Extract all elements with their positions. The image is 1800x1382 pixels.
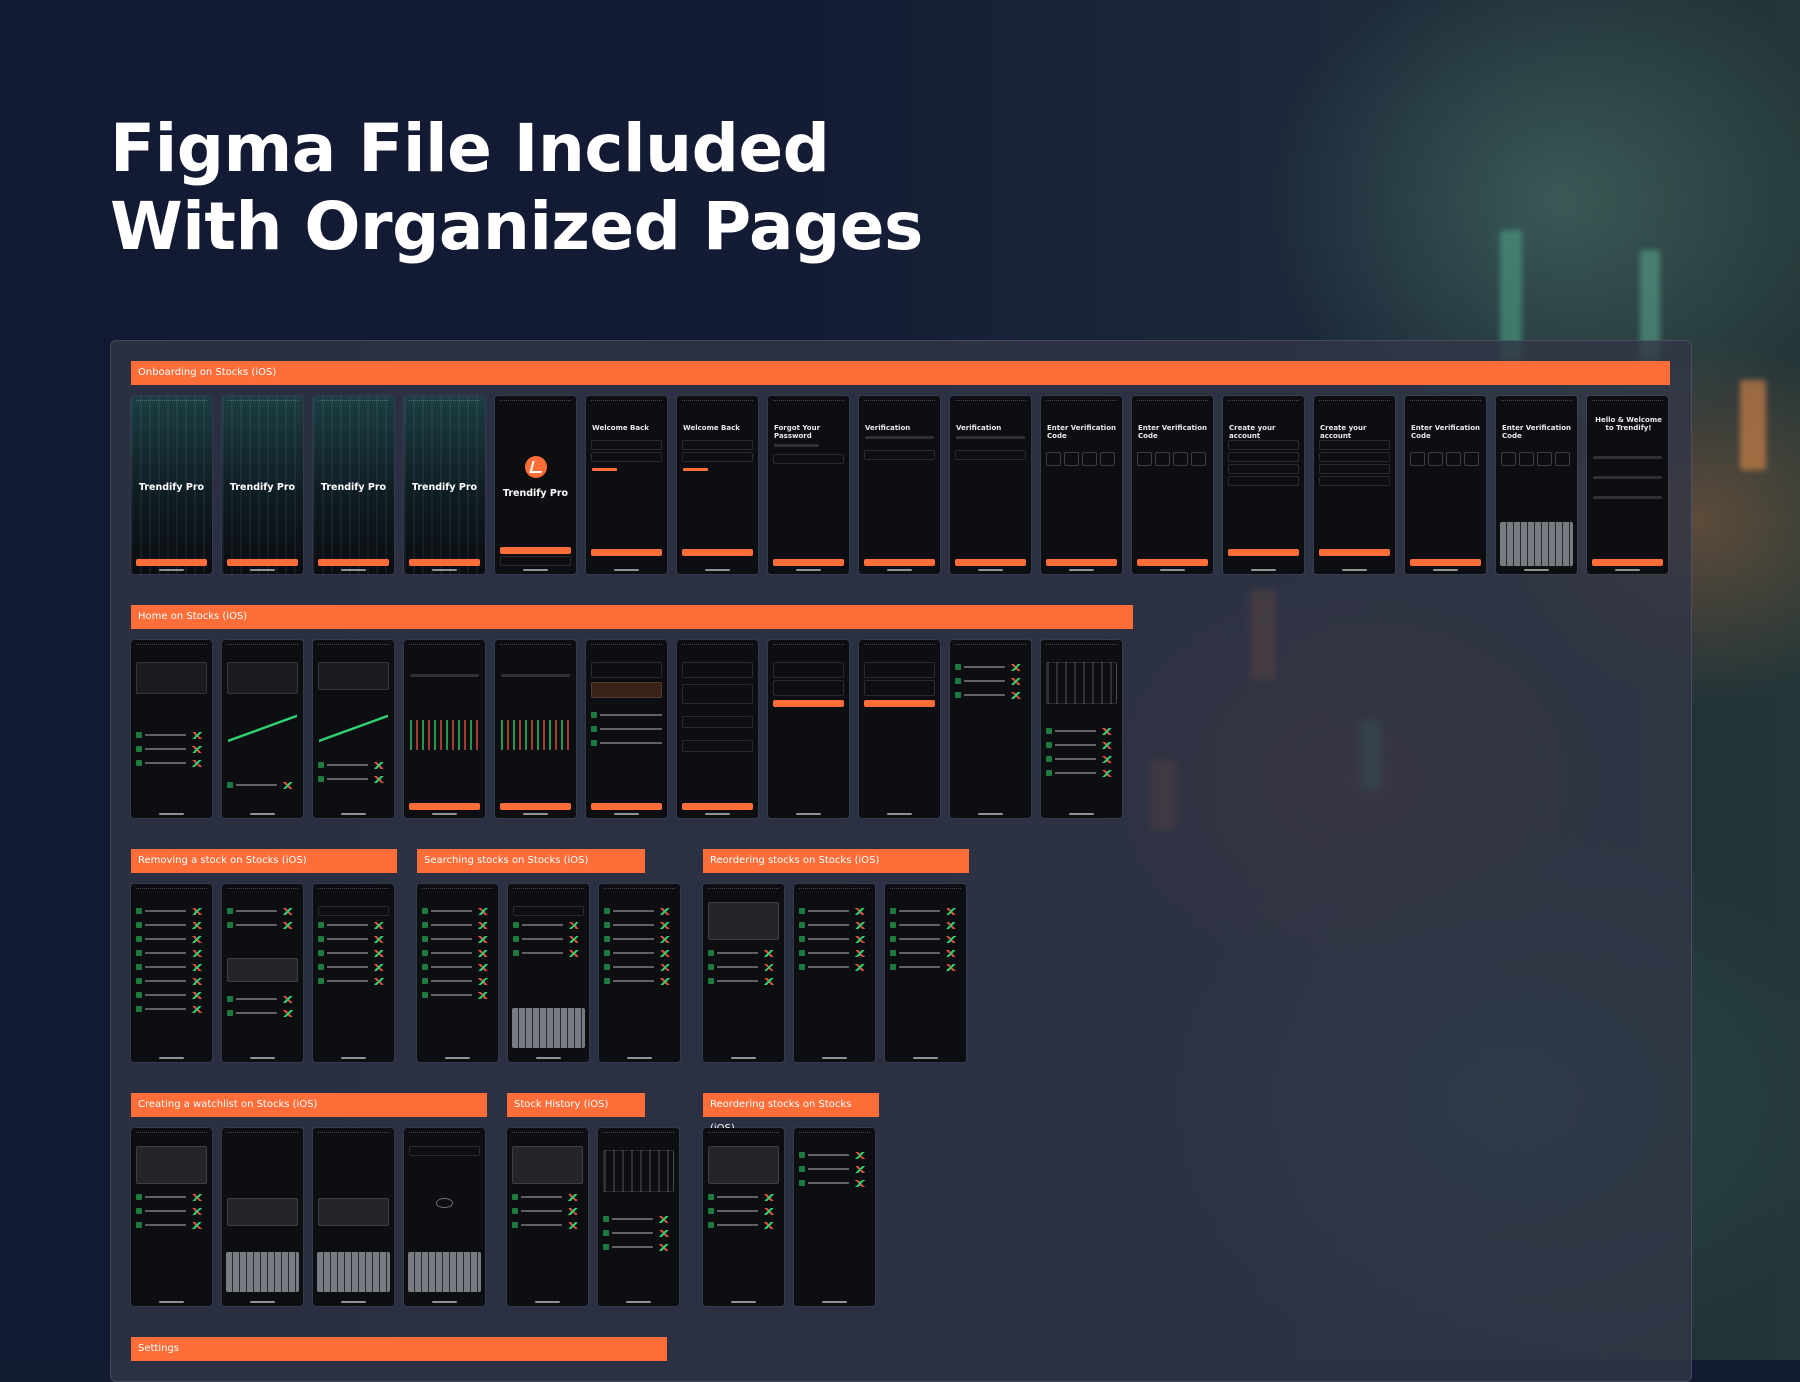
screen-title: Enter Verification Code	[1138, 424, 1207, 440]
otp-screen[interactable]: Enter Verification Code	[1041, 396, 1122, 574]
screen-title: Verification	[865, 424, 911, 432]
welcome-screen[interactable]: Hello & Welcome to Trendify!	[1587, 396, 1668, 574]
section-header-searching[interactable]: Searching stocks on Stocks (iOS)	[417, 849, 645, 873]
screen-title: Enter Verification Code	[1047, 424, 1116, 440]
reordering-screens	[703, 884, 966, 1062]
verification-screen[interactable]: Verification	[950, 396, 1031, 574]
hero-title-line-2: With Organized Pages	[110, 188, 923, 265]
section-header-settings[interactable]: Settings	[131, 1337, 667, 1361]
creating-watchlist-screens	[131, 1128, 485, 1306]
onboarding-splash-screen[interactable]: Trendify Pro	[313, 396, 394, 574]
exchange-screen[interactable]	[859, 640, 940, 818]
new-watchlist-dialog-screen[interactable]	[222, 1128, 303, 1306]
brand-title: Trendify Pro	[229, 482, 296, 493]
portfolio-screen[interactable]	[222, 640, 303, 818]
deposit-detail-screen[interactable]	[677, 640, 758, 818]
screen-title: Enter Verification Code	[1502, 424, 1571, 440]
home-screen[interactable]	[131, 640, 212, 818]
section-header-stock-history[interactable]: Stock History (iOS)	[507, 1093, 645, 1117]
onboarding-splash-screen[interactable]: Trendify Pro	[131, 396, 212, 574]
stock-detail-screen[interactable]	[404, 640, 485, 818]
background-candle	[1740, 380, 1766, 470]
onboarding-screens: Trendify Pro Trendify Pro Trendify Pro T…	[131, 396, 1668, 574]
screen-title: Welcome Back	[683, 424, 740, 432]
brand-title: Trendify Pro	[320, 482, 387, 493]
search-results-screen[interactable]	[599, 884, 680, 1062]
recent-stock-screen[interactable]	[794, 1128, 875, 1306]
brand-title: Trendify Pro	[138, 482, 205, 493]
otp-screen[interactable]: Enter Verification Code	[1496, 396, 1577, 574]
history-menu-screen[interactable]	[507, 1128, 588, 1306]
search-keyboard-screen[interactable]	[508, 884, 589, 1062]
screen-title: Forgot Your Password	[774, 424, 821, 440]
section-header-reordering[interactable]: Reordering stocks on Stocks (iOS)	[703, 849, 969, 873]
hero-title: Figma File Included With Organized Pages	[110, 110, 923, 266]
screen-title: Enter Verification Code	[1411, 424, 1480, 440]
section-header-home[interactable]: Home on Stocks (iOS)	[131, 605, 1133, 629]
searching-screens	[417, 884, 680, 1062]
brand-title: Trendify Pro	[411, 482, 478, 493]
otp-screen[interactable]: Enter Verification Code	[1132, 396, 1213, 574]
screen-title: Welcome Back	[592, 424, 649, 432]
watchlist-edit-screen[interactable]	[131, 884, 212, 1062]
home-screens	[131, 640, 1122, 818]
logo-screen[interactable]: Trendify Pro	[495, 396, 576, 574]
deposit-method-screen[interactable]	[586, 640, 667, 818]
reordering-screens-2	[703, 1128, 875, 1306]
reorder-menu-screen[interactable]	[703, 1128, 784, 1306]
watchlist-screen[interactable]	[313, 884, 394, 1062]
reorder-list-screen[interactable]	[794, 884, 875, 1062]
history-calendar-screen[interactable]	[598, 1128, 679, 1306]
section-header-reordering-2[interactable]: Reordering stocks on Stocks (iOS)	[703, 1093, 879, 1134]
exchange-screen[interactable]	[768, 640, 849, 818]
trendify-logo-icon	[525, 456, 547, 478]
new-watchlist-dialog-screen[interactable]	[313, 1128, 394, 1306]
watchlist-screen[interactable]	[885, 884, 966, 1062]
sign-up-screen[interactable]: Create your account	[1314, 396, 1395, 574]
stock-detail-screen[interactable]	[495, 640, 576, 818]
section-header-removing[interactable]: Removing a stock on Stocks (iOS)	[131, 849, 397, 873]
empty-search-screen[interactable]	[404, 1128, 485, 1306]
stock-history-screens	[507, 1128, 679, 1306]
screen-title: Create your account	[1229, 424, 1276, 440]
forgot-password-screen[interactable]: Forgot Your Password	[768, 396, 849, 574]
watchlist-screen[interactable]	[417, 884, 498, 1062]
portfolio-screen[interactable]	[313, 640, 394, 818]
section-header-onboarding[interactable]: Onboarding on Stocks (iOS)	[131, 361, 1670, 385]
delete-confirm-screen[interactable]	[222, 884, 303, 1062]
verification-screen[interactable]: Verification	[859, 396, 940, 574]
figma-canvas: Onboarding on Stocks (iOS) Trendify Pro …	[110, 340, 1692, 1382]
stock-history-screen[interactable]	[1041, 640, 1122, 818]
onboarding-splash-screen[interactable]: Trendify Pro	[222, 396, 303, 574]
screen-title: Verification	[956, 424, 1002, 432]
login-screen[interactable]: Welcome Back	[586, 396, 667, 574]
screen-title: Create your account	[1320, 424, 1367, 440]
login-screen[interactable]: Welcome Back	[677, 396, 758, 574]
sign-up-screen[interactable]: Create your account	[1223, 396, 1304, 574]
onboarding-splash-screen[interactable]: Trendify Pro	[404, 396, 485, 574]
watchlist-menu-screen[interactable]	[131, 1128, 212, 1306]
brand-title: Trendify Pro	[502, 488, 569, 499]
recent-stock-screen[interactable]	[950, 640, 1031, 818]
otp-screen[interactable]: Enter Verification Code	[1405, 396, 1486, 574]
section-header-creating-watchlist[interactable]: Creating a watchlist on Stocks (iOS)	[131, 1093, 487, 1117]
reorder-menu-screen[interactable]	[703, 884, 784, 1062]
hero-title-line-1: Figma File Included	[110, 110, 830, 187]
removing-screens	[131, 884, 394, 1062]
screen-title: Hello & Welcome to Trendify!	[1595, 416, 1662, 432]
